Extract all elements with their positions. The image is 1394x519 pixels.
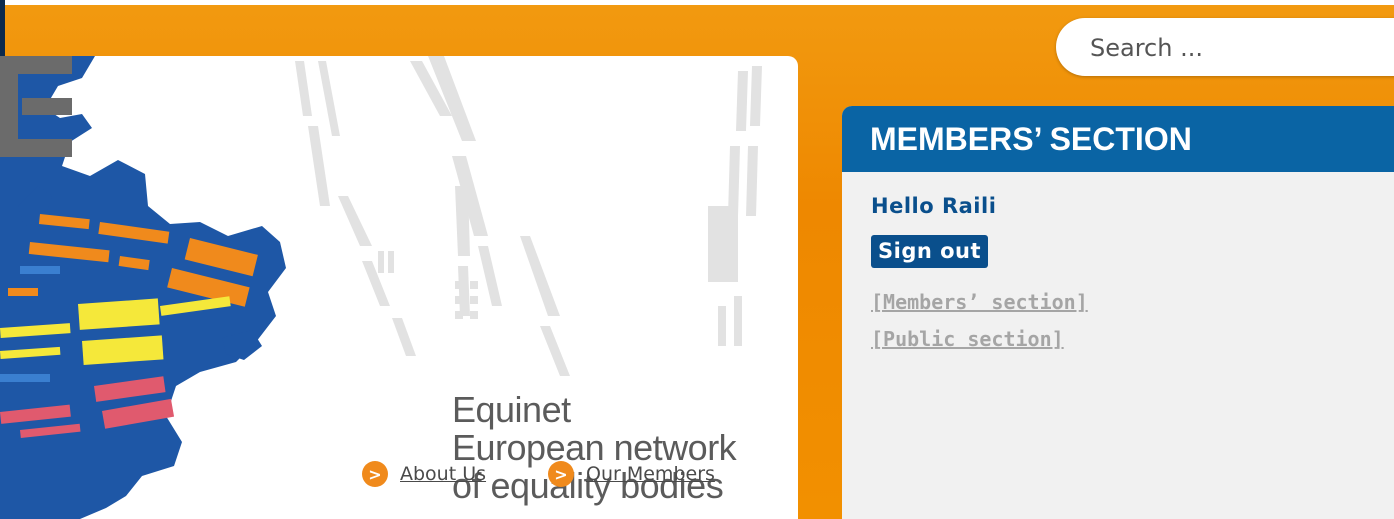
about-us-label: About Us xyxy=(400,463,487,485)
top-strip xyxy=(0,0,1394,5)
about-us-link[interactable]: > About Us xyxy=(362,461,486,487)
members-section-panel: MEMBERS’ SECTION Hello Raili Sign out [M… xyxy=(842,106,1394,519)
logo-name: Equinet xyxy=(452,389,571,430)
sign-out-button[interactable]: Sign out xyxy=(871,235,989,268)
arrow-right-icon: > xyxy=(548,461,574,487)
members-section-title: MEMBERS’ SECTION xyxy=(842,106,1394,172)
members-section-link[interactable]: [Members’ section] xyxy=(871,290,1088,314)
equinet-logo-icon xyxy=(0,56,72,157)
search-box[interactable] xyxy=(1056,18,1394,76)
search-input[interactable] xyxy=(1088,32,1392,64)
our-members-label: Our Members xyxy=(586,463,715,485)
our-members-link[interactable]: > Our Members xyxy=(548,461,715,487)
banner: Equinet European network of equality bod… xyxy=(0,56,798,519)
public-section-link[interactable]: [Public section] xyxy=(871,327,1064,351)
arrow-right-icon: > xyxy=(362,461,388,487)
greeting: Hello Raili xyxy=(871,194,997,218)
